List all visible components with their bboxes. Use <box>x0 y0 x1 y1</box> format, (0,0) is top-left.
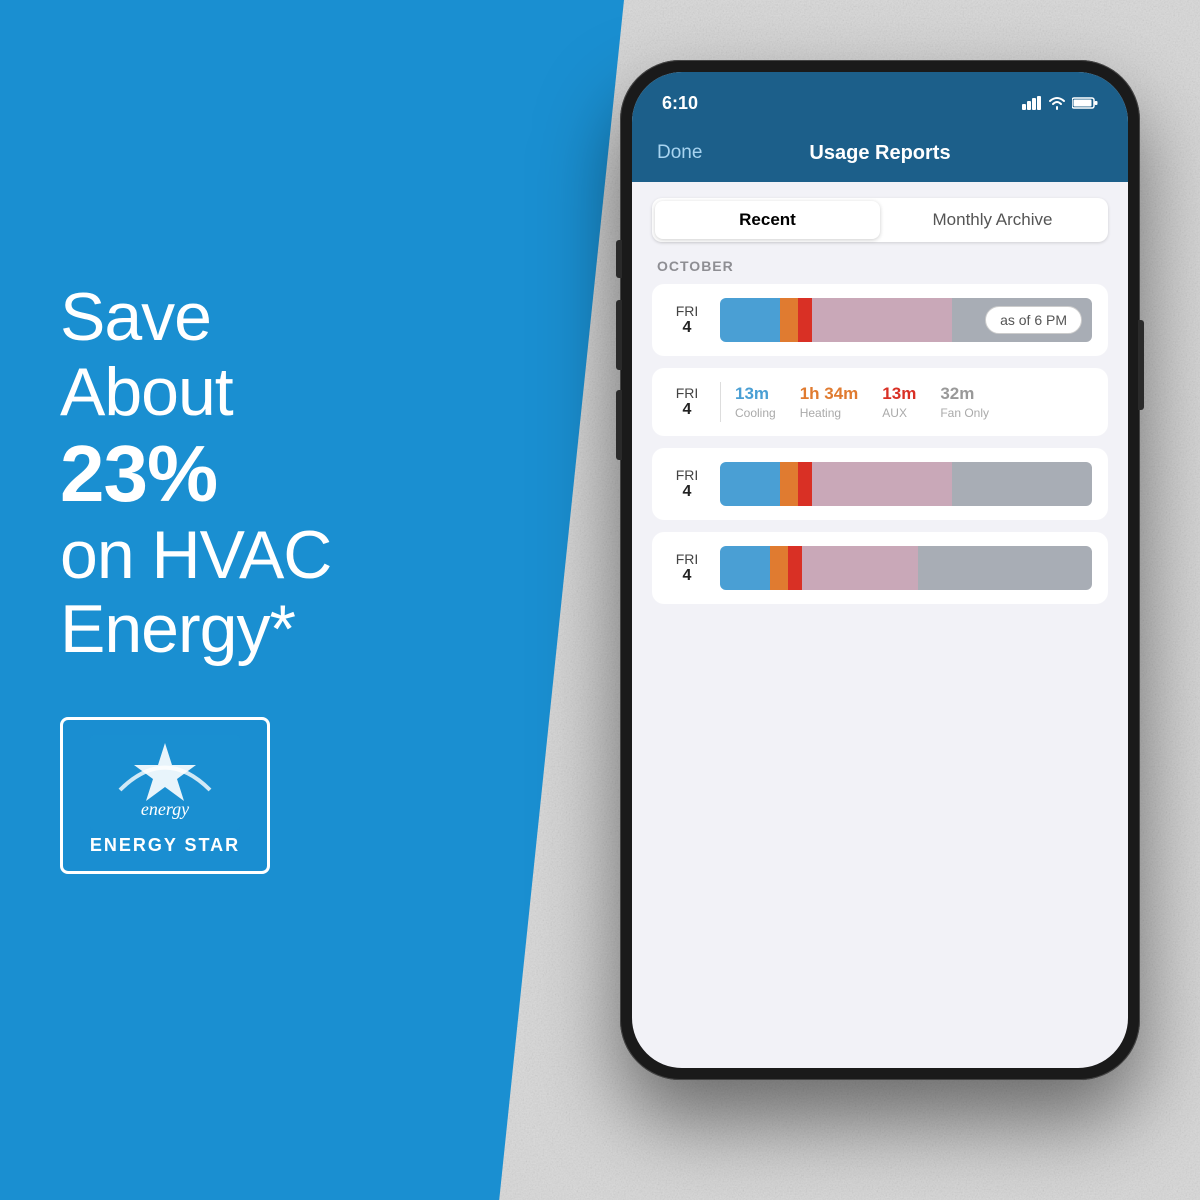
day-label-stats: FRI 4 <box>668 385 706 419</box>
silent-switch[interactable] <box>616 390 622 460</box>
bar-chart-4 <box>720 546 1092 590</box>
segment-monthly-archive[interactable]: Monthly Archive <box>880 201 1105 239</box>
bar-empty-4 <box>918 546 1092 590</box>
phone-outer: 6:10 <box>620 60 1140 1080</box>
left-panel: Save About 23% on HVAC Energy* energy EN… <box>60 280 331 874</box>
bar-heating-4 <box>770 546 788 590</box>
bar-empty-3 <box>952 462 1092 506</box>
day-label-1: FRI 4 <box>668 303 706 337</box>
svg-text:energy: energy <box>141 799 189 819</box>
usage-row-1[interactable]: FRI 4 as of 6 PM <box>652 284 1108 356</box>
volume-up-button[interactable] <box>616 240 622 278</box>
segment-recent[interactable]: Recent <box>655 201 880 239</box>
energy-star-label: ENERGY STAR <box>90 835 240 856</box>
headline-line1: Save <box>60 280 331 355</box>
stat-heating: 1h 34m Heating <box>800 384 859 420</box>
bar-aux-1 <box>798 298 812 342</box>
stat-aux: 13m AUX <box>882 384 916 420</box>
stat-divider <box>720 382 721 422</box>
status-bar: 6:10 <box>632 72 1128 124</box>
bar-cooling-4 <box>720 546 770 590</box>
section-header-october: OCTOBER <box>652 258 1108 274</box>
headline-line4: on HVAC <box>60 518 331 593</box>
bar-aux-4 <box>788 546 802 590</box>
energy-star-badge: energy ENERGY STAR <box>60 717 270 874</box>
battery-icon <box>1072 96 1098 110</box>
wifi-icon <box>1048 96 1066 110</box>
content-area: OCTOBER FRI 4 as of 6 PM <box>632 258 1128 604</box>
bar-heating-3 <box>780 462 798 506</box>
usage-row-stats[interactable]: FRI 4 13m Cooling 1h 34m Heating <box>652 368 1108 436</box>
phone-screen: 6:10 <box>632 72 1128 1068</box>
bar-fanonly-4 <box>802 546 918 590</box>
as-of-badge: as of 6 PM <box>985 306 1082 334</box>
usage-row-4[interactable]: FRI 4 <box>652 532 1108 604</box>
nav-bar: Done Usage Reports <box>632 124 1128 182</box>
volume-down-button[interactable] <box>616 300 622 370</box>
usage-row-3[interactable]: FRI 4 <box>652 448 1108 520</box>
headline-line2: About <box>60 355 331 430</box>
signal-icon <box>1022 96 1042 110</box>
bar-chart-3 <box>720 462 1092 506</box>
stat-cooling: 13m Cooling <box>735 384 776 420</box>
status-icons <box>1022 96 1098 110</box>
bar-chart-1: as of 6 PM <box>720 298 1092 342</box>
energy-star-logo: energy <box>90 735 240 830</box>
bar-aux-3 <box>798 462 812 506</box>
headline-line5: Energy* <box>60 592 331 667</box>
day-label-3: FRI 4 <box>668 467 706 501</box>
bar-cooling-3 <box>720 462 780 506</box>
phone-wrapper: 6:10 <box>590 60 1170 1120</box>
bar-heating-1 <box>780 298 798 342</box>
headline-line3: 23% <box>60 430 331 518</box>
stat-fanonly: 32m Fan Only <box>940 384 989 420</box>
done-button[interactable]: Done <box>657 142 702 164</box>
bar-fanonly-3 <box>812 462 952 506</box>
power-button[interactable] <box>1138 320 1144 410</box>
segment-control: Recent Monthly Archive <box>652 198 1108 242</box>
headline-text: Save About 23% on HVAC Energy* <box>60 280 331 667</box>
nav-title: Usage Reports <box>809 142 950 165</box>
bar-cooling-1 <box>720 298 780 342</box>
status-time: 6:10 <box>662 93 698 114</box>
day-label-4: FRI 4 <box>668 551 706 585</box>
stats-values: 13m Cooling 1h 34m Heating 13m AUX 32m <box>735 384 989 420</box>
bar-fanonly-1 <box>812 298 952 342</box>
